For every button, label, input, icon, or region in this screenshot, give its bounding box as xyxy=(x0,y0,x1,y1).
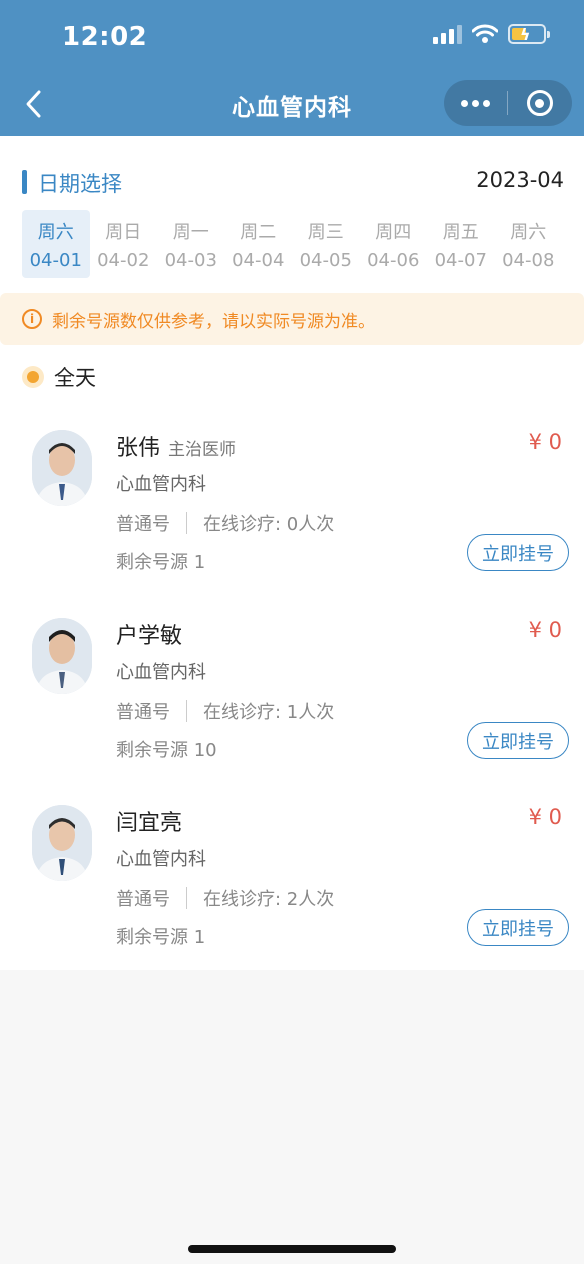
info-divider xyxy=(186,887,187,909)
wifi-icon xyxy=(472,24,498,43)
doctor-dept: 心血管内科 xyxy=(116,849,206,870)
day-weekday: 周三 xyxy=(307,222,344,243)
date-section-label: 日期选择 xyxy=(38,172,122,196)
doctor-avatar xyxy=(32,805,92,881)
day-date: 04-06 xyxy=(367,250,420,271)
content-panel: 日期选择 2023-04 周六 04-01 周日 04-02 周一 04-03 周二 0… xyxy=(0,136,584,970)
day-item[interactable]: 周四 04-06 xyxy=(360,210,428,278)
doctor-name: 张伟 xyxy=(116,436,161,461)
register-button[interactable]: 立即挂号 xyxy=(467,534,569,571)
capsule-menu xyxy=(444,80,572,126)
day-date: 04-04 xyxy=(232,250,285,271)
notice-text: 剩余号源数仅供参考，请以实际号源为准。 xyxy=(52,311,375,332)
day-item[interactable]: 周日 04-02 xyxy=(90,210,158,278)
doctor-dept: 心血管内科 xyxy=(116,662,206,683)
day-date: 04-02 xyxy=(97,250,150,271)
day-weekday: 周日 xyxy=(105,222,142,243)
remaining-slots: 剩余号源 1 xyxy=(116,927,206,948)
remaining-slots: 剩余号源 1 xyxy=(116,552,206,573)
doctor-card[interactable]: 张伟 主治医师 心血管内科 普通号 在线诊疗: 0人次 剩余号源 1 ¥ 0 立即挂… xyxy=(0,430,584,600)
home-indicator[interactable] xyxy=(188,1245,396,1253)
doctor-avatar xyxy=(32,618,92,694)
doctor-name-line: 户学敏 xyxy=(116,618,190,650)
day-weekday: 周五 xyxy=(442,222,479,243)
doctor-dept: 心血管内科 xyxy=(116,474,206,495)
doctor-card[interactable]: 户学敏 心血管内科 普通号 在线诊疗: 1人次 剩余号源 10 ¥ 0 立即挂号 xyxy=(0,618,584,788)
doctor-avatar xyxy=(32,430,92,506)
period-header: 全天 xyxy=(22,362,96,392)
doctor-info: 普通号 在线诊疗: 2人次 xyxy=(116,885,334,911)
day-weekday: 周六 xyxy=(37,222,74,243)
day-weekday: 周六 xyxy=(510,222,547,243)
reg-type: 普通号 xyxy=(116,889,170,910)
remaining-slots: 剩余号源 10 xyxy=(116,740,217,761)
status-time: 12:02 xyxy=(62,22,148,52)
day-date: 04-08 xyxy=(502,250,555,271)
doctor-card[interactable]: 闫宜亮 心血管内科 普通号 在线诊疗: 2人次 剩余号源 1 ¥ 0 立即挂号 xyxy=(0,805,584,975)
day-date: 04-01 xyxy=(29,250,82,271)
period-dot-icon xyxy=(22,366,44,388)
day-weekday: 周四 xyxy=(375,222,412,243)
notice-banner: i 剩余号源数仅供参考，请以实际号源为准。 xyxy=(0,293,584,345)
day-selector: 周六 04-01 周日 04-02 周一 04-03 周二 04-04 周三 04-05 … xyxy=(22,210,562,280)
date-section-header: 日期选择 2023-04 xyxy=(22,168,564,198)
day-item[interactable]: 周五 04-07 xyxy=(427,210,495,278)
doctor-name-line: 闫宜亮 xyxy=(116,805,190,837)
day-date: 04-05 xyxy=(299,250,352,271)
doctor-price: ¥ 0 xyxy=(528,430,562,454)
day-item[interactable]: 周六 04-08 xyxy=(495,210,563,278)
day-date: 04-03 xyxy=(164,250,217,271)
info-divider xyxy=(186,700,187,722)
doctor-name-line: 张伟 主治医师 xyxy=(116,430,236,462)
doctor-name: 闫宜亮 xyxy=(116,811,183,836)
doctor-name: 户学敏 xyxy=(116,624,183,649)
status-icons: ϟ xyxy=(433,24,550,44)
doctor-info: 普通号 在线诊疗: 1人次 xyxy=(116,698,334,724)
register-button[interactable]: 立即挂号 xyxy=(467,909,569,946)
header: 12:02 ϟ 心血管内科 xyxy=(0,0,584,136)
battery-icon: ϟ xyxy=(508,24,550,44)
online-count: 在线诊疗: 1人次 xyxy=(203,702,335,723)
info-icon: i xyxy=(22,309,42,329)
doctor-price: ¥ 0 xyxy=(528,618,562,642)
day-item[interactable]: 周六 04-01 xyxy=(22,210,90,278)
day-item[interactable]: 周二 04-04 xyxy=(225,210,293,278)
signal-icon xyxy=(433,24,462,44)
day-weekday: 周二 xyxy=(240,222,277,243)
register-button[interactable]: 立即挂号 xyxy=(467,722,569,759)
reg-type: 普通号 xyxy=(116,702,170,723)
more-icon[interactable] xyxy=(444,99,507,107)
doctor-title: 主治医师 xyxy=(168,440,237,460)
month-label: 2023-04 xyxy=(476,168,564,192)
day-item[interactable]: 周一 04-03 xyxy=(157,210,225,278)
doctor-info: 普通号 在线诊疗: 0人次 xyxy=(116,510,334,536)
doctor-price: ¥ 0 xyxy=(528,805,562,829)
period-label: 全天 xyxy=(54,366,96,390)
reg-type: 普通号 xyxy=(116,514,170,535)
section-marker xyxy=(22,170,27,194)
online-count: 在线诊疗: 2人次 xyxy=(203,889,335,910)
online-count: 在线诊疗: 0人次 xyxy=(203,514,335,535)
day-item[interactable]: 周三 04-05 xyxy=(292,210,360,278)
day-weekday: 周一 xyxy=(172,222,209,243)
day-date: 04-07 xyxy=(434,250,487,271)
close-miniprogram-icon[interactable] xyxy=(508,90,571,116)
info-divider xyxy=(186,512,187,534)
